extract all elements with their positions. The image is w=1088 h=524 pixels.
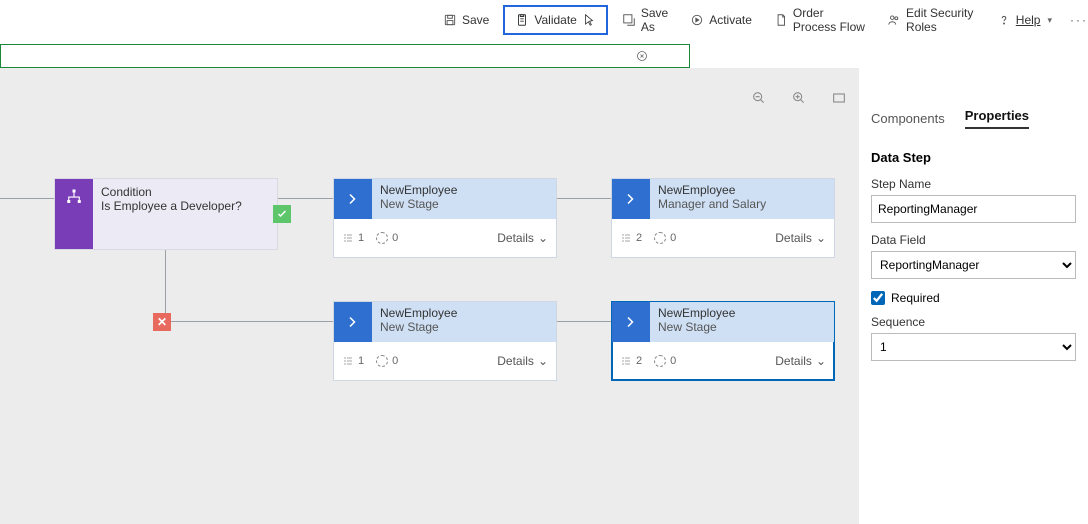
stage-card-selected[interactable]: NewEmployee New Stage 2 0 Details ⌄ xyxy=(611,301,835,381)
validate-label: Validate xyxy=(534,13,576,27)
steps-count: 2 xyxy=(620,355,642,367)
branch-count: 0 xyxy=(376,232,398,244)
sequence-label: Sequence xyxy=(871,315,1076,329)
step-name-input[interactable] xyxy=(871,195,1076,223)
connector-line xyxy=(557,198,611,199)
branch-count: 0 xyxy=(654,232,676,244)
chevron-down-icon: ▾ xyxy=(1047,15,1052,26)
chevron-down-icon: ⌄ xyxy=(538,231,548,245)
condition-node[interactable]: Condition Is Employee a Developer? ✕ xyxy=(54,178,278,250)
steps-count: 1 xyxy=(342,232,364,244)
canvas-tools xyxy=(751,90,847,111)
roles-icon xyxy=(887,13,901,27)
banner-close-icon[interactable] xyxy=(635,49,649,63)
cursor-icon xyxy=(582,13,596,27)
more-button[interactable]: ··· xyxy=(1070,13,1088,27)
required-label: Required xyxy=(891,291,940,305)
panel-section-title: Data Step xyxy=(871,150,1076,165)
chevron-down-icon: ⌄ xyxy=(816,231,826,245)
data-field-label: Data Field xyxy=(871,233,1076,247)
edit-security-roles-button[interactable]: Edit Security Roles xyxy=(879,1,983,39)
stage-subtitle: Manager and Salary xyxy=(658,197,766,211)
stage-icon xyxy=(612,179,650,219)
roles-label: Edit Security Roles xyxy=(906,6,975,34)
required-checkbox[interactable] xyxy=(871,291,885,305)
flow-canvas[interactable]: Condition Is Employee a Developer? ✕ New… xyxy=(0,68,859,524)
details-button[interactable]: Details ⌄ xyxy=(497,354,548,368)
chevron-down-icon: ⌄ xyxy=(816,354,826,368)
validate-icon xyxy=(515,13,529,27)
help-icon xyxy=(997,13,1011,27)
connector-line xyxy=(278,198,333,199)
save-as-label: Save As xyxy=(641,6,668,34)
stage-icon xyxy=(334,179,372,219)
order-label: Order Process Flow xyxy=(793,6,865,34)
order-process-flow-button[interactable]: Order Process Flow xyxy=(766,1,873,39)
save-button[interactable]: Save xyxy=(435,8,497,32)
stage-subtitle: New Stage xyxy=(380,197,457,211)
stage-icon xyxy=(612,302,650,342)
activate-icon xyxy=(690,13,704,27)
save-icon xyxy=(443,13,457,27)
details-button[interactable]: Details ⌄ xyxy=(497,231,548,245)
details-button[interactable]: Details ⌄ xyxy=(775,354,826,368)
stage-subtitle: New Stage xyxy=(380,320,457,334)
condition-title: Condition xyxy=(101,185,269,199)
validation-banner xyxy=(0,44,690,68)
connector-line xyxy=(165,250,166,321)
chevron-down-icon: ⌄ xyxy=(538,354,548,368)
condition-icon xyxy=(55,179,93,249)
details-button[interactable]: Details ⌄ xyxy=(775,231,826,245)
document-icon xyxy=(774,13,788,27)
zoom-in-icon[interactable] xyxy=(791,90,807,111)
tab-components[interactable]: Components xyxy=(871,111,945,126)
condition-yes-badge xyxy=(273,205,291,223)
step-name-label: Step Name xyxy=(871,177,1076,191)
branch-count: 0 xyxy=(654,355,676,367)
properties-panel: Components Properties Data Step Step Nam… xyxy=(859,100,1088,524)
top-toolbar: Save Validate Save As Activate Order Pro… xyxy=(0,0,1088,40)
stage-card[interactable]: NewEmployee New Stage 1 0 Details ⌄ xyxy=(333,178,557,258)
zoom-out-icon[interactable] xyxy=(751,90,767,111)
stage-card[interactable]: NewEmployee Manager and Salary 2 0 Detai… xyxy=(611,178,835,258)
help-label: Help xyxy=(1016,13,1041,27)
connector-line xyxy=(557,321,611,322)
activate-label: Activate xyxy=(709,13,752,27)
stage-title: NewEmployee xyxy=(658,183,766,197)
validate-button[interactable]: Validate xyxy=(503,5,607,35)
sequence-select[interactable]: 1 xyxy=(871,333,1076,361)
stage-subtitle: New Stage xyxy=(658,320,735,334)
steps-count: 1 xyxy=(342,355,364,367)
save-as-button[interactable]: Save As xyxy=(614,1,676,39)
connector-line xyxy=(165,321,333,322)
branch-count: 0 xyxy=(376,355,398,367)
connector-line xyxy=(0,198,54,199)
stage-card[interactable]: NewEmployee New Stage 1 0 Details ⌄ xyxy=(333,301,557,381)
tab-properties[interactable]: Properties xyxy=(965,108,1029,129)
save-as-icon xyxy=(622,13,636,27)
stage-title: NewEmployee xyxy=(380,183,457,197)
stage-title: NewEmployee xyxy=(380,306,457,320)
condition-subtitle: Is Employee a Developer? xyxy=(101,199,269,213)
help-button[interactable]: Help ▾ xyxy=(989,8,1060,32)
data-field-select[interactable]: ReportingManager xyxy=(871,251,1076,279)
steps-count: 2 xyxy=(620,232,642,244)
save-label: Save xyxy=(462,13,489,27)
fit-to-screen-icon[interactable] xyxy=(831,90,847,111)
stage-icon xyxy=(334,302,372,342)
stage-title: NewEmployee xyxy=(658,306,735,320)
condition-no-badge: ✕ xyxy=(153,313,171,331)
activate-button[interactable]: Activate xyxy=(682,8,760,32)
